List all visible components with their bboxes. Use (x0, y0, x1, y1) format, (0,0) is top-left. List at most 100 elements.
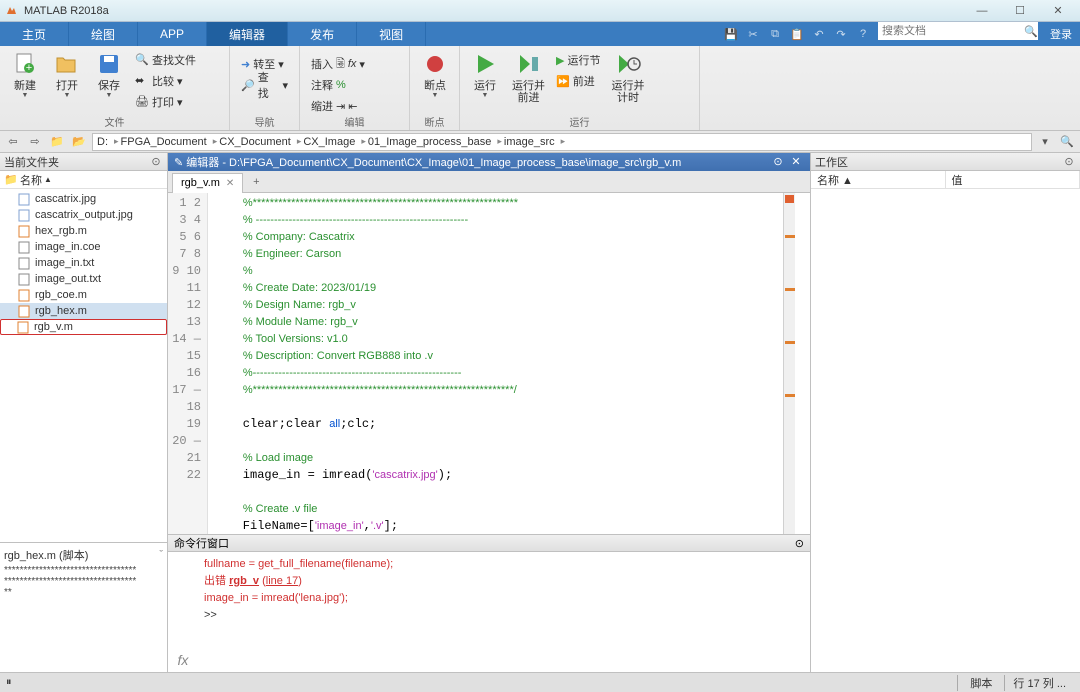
panel-menu-icon[interactable]: ⊙ (149, 155, 163, 169)
search-icon[interactable]: 🔍 (1024, 25, 1038, 38)
busy-icon: ⏸ (6, 676, 12, 689)
svg-text:+: + (26, 62, 32, 74)
line-gutter: 1 2 3 4 5 6 7 8 9 10 11 12 13 14 — 15 16… (168, 193, 208, 534)
crumb-5[interactable]: image_src (504, 136, 565, 148)
file-item[interactable]: rgb_coe.m (0, 287, 167, 303)
copy-icon[interactable]: ⧉ (766, 25, 784, 43)
compare-button[interactable]: ⬌比较 ▾ (132, 71, 199, 91)
indent-button[interactable]: 缩进 ⇥ ⇤ (308, 96, 401, 116)
file-item[interactable]: cascatrix_output.jpg (0, 207, 167, 223)
file-item[interactable]: rgb_hex.m (0, 303, 167, 319)
file-item[interactable]: image_out.txt (0, 271, 167, 287)
breakpoint-icon (421, 50, 449, 78)
code-editor[interactable]: 1 2 3 4 5 6 7 8 9 10 11 12 13 14 — 15 16… (168, 193, 810, 534)
tab-view[interactable]: 视图 (357, 22, 426, 46)
folder-icon: 📁 (4, 173, 20, 186)
crumb-4[interactable]: 01_Image_process_base (368, 136, 502, 148)
new-file-icon: + (11, 50, 39, 78)
file-icon (17, 321, 30, 334)
open-folder-icon (53, 50, 81, 78)
fx-icon[interactable]: fx (178, 652, 189, 668)
search-docs[interactable]: 🔍 (878, 22, 1038, 40)
path-search-icon[interactable]: 🔍 (1058, 133, 1076, 151)
breakpoints-button[interactable]: 断点▼ (416, 48, 454, 114)
up-folder-icon[interactable]: 📁 (48, 133, 66, 151)
crumb-2[interactable]: CX_Document (219, 136, 301, 148)
new-button[interactable]: + 新建▼ (6, 48, 44, 114)
path-dropdown[interactable]: ▾ (1036, 133, 1054, 151)
insert-button[interactable]: 插入 🗟 fx ▾ (308, 54, 401, 74)
file-icon (18, 193, 31, 206)
path-bar: ⇦ ⇨ 📁 📂 D: FPGA_Document CX_Document CX_… (0, 131, 1080, 153)
search-icon: 🔎 (241, 79, 255, 92)
comment-button[interactable]: 注释 % (308, 75, 401, 95)
crumb-drive[interactable]: D: (97, 136, 119, 148)
find-files-button[interactable]: 🔍查找文件 (132, 50, 199, 70)
ws-col-value[interactable]: 值 (946, 171, 1080, 188)
matlab-logo-icon (4, 4, 18, 18)
back-button[interactable]: ⇦ (4, 133, 22, 151)
save-icon[interactable]: 💾 (722, 25, 740, 43)
file-columns[interactable]: 📁 名称 ▲ (0, 171, 167, 189)
command-window[interactable]: fx fullname = get_full_filename(filename… (168, 552, 810, 672)
file-icon (18, 257, 31, 270)
print-icon: 🖨 (135, 95, 149, 109)
file-item[interactable]: image_in.txt (0, 255, 167, 271)
run-section-button[interactable]: ▶运行节 (553, 50, 603, 70)
file-item[interactable]: hex_rgb.m (0, 223, 167, 239)
compare-icon: ⬌ (135, 74, 149, 88)
minimize-button[interactable]: — (964, 2, 1000, 20)
browse-icon[interactable]: 📂 (70, 133, 88, 151)
workspace-header: 工作区 ⊙ (811, 153, 1080, 171)
editor-menu-icon[interactable]: ⊙ (770, 155, 786, 169)
code-minimap (783, 193, 795, 534)
paste-icon[interactable]: 📋 (788, 25, 806, 43)
print-button[interactable]: 🖨打印 ▾ (132, 92, 199, 112)
cmd-menu-icon[interactable]: ⊙ (795, 537, 804, 550)
run-time-button[interactable]: 运行并 计时 (607, 48, 648, 114)
tab-close-icon[interactable]: ✕ (226, 178, 234, 189)
file-icon (18, 289, 31, 302)
advance-button[interactable]: ⏩前进 (553, 71, 603, 91)
file-item[interactable]: cascatrix.jpg (0, 191, 167, 207)
window-title: MATLAB R2018a (24, 5, 964, 17)
maximize-button[interactable]: ☐ (1002, 2, 1038, 20)
tab-home[interactable]: 主页 (0, 22, 69, 46)
find-button[interactable]: 🔎查找 ▾ (238, 75, 291, 95)
save-button[interactable]: 保存▼ (90, 48, 128, 114)
file-icon (18, 225, 31, 238)
file-icon (18, 273, 31, 286)
save-icon (95, 50, 123, 78)
crumb-1[interactable]: FPGA_Document (121, 136, 218, 148)
editor-tab[interactable]: rgb_v.m ✕ (172, 173, 243, 193)
tab-apps[interactable]: APP (138, 22, 207, 46)
help-icon[interactable]: ? (854, 25, 872, 43)
run-button[interactable]: 运行▼ (466, 48, 504, 114)
undo-icon[interactable]: ↶ (810, 25, 828, 43)
run-advance-icon (515, 50, 543, 78)
search-input[interactable] (882, 25, 1024, 37)
editor-icon: ✎ (174, 156, 183, 169)
login-button[interactable]: 登录 (1042, 22, 1080, 46)
workspace-menu-icon[interactable]: ⊙ (1062, 155, 1076, 169)
forward-button[interactable]: ⇨ (26, 133, 44, 151)
file-item[interactable]: image_in.coe (0, 239, 167, 255)
tab-plots[interactable]: 绘图 (69, 22, 138, 46)
editor-close-icon[interactable]: ✕ (788, 155, 804, 169)
current-folder-header: 当前文件夹 ⊙ (0, 153, 167, 171)
tab-add-button[interactable]: + (247, 173, 265, 191)
code-area[interactable]: %***************************************… (208, 193, 783, 534)
run-time-icon (614, 50, 642, 78)
run-advance-button[interactable]: 运行并 前进 (508, 48, 549, 114)
ws-col-name[interactable]: 名称 ▲ (811, 171, 946, 188)
open-button[interactable]: 打开▼ (48, 48, 86, 114)
cut-icon[interactable]: ✂ (744, 25, 762, 43)
breadcrumb[interactable]: D: FPGA_Document CX_Document CX_Image 01… (92, 133, 1032, 151)
tab-publish[interactable]: 发布 (288, 22, 357, 46)
file-item[interactable]: rgb_v.m (0, 319, 167, 335)
command-header: 命令行窗口 ⊙ (168, 534, 810, 552)
redo-icon[interactable]: ↷ (832, 25, 850, 43)
tab-editor[interactable]: 编辑器 (207, 22, 288, 46)
crumb-3[interactable]: CX_Image (303, 136, 366, 148)
close-button[interactable]: ✕ (1040, 2, 1076, 20)
